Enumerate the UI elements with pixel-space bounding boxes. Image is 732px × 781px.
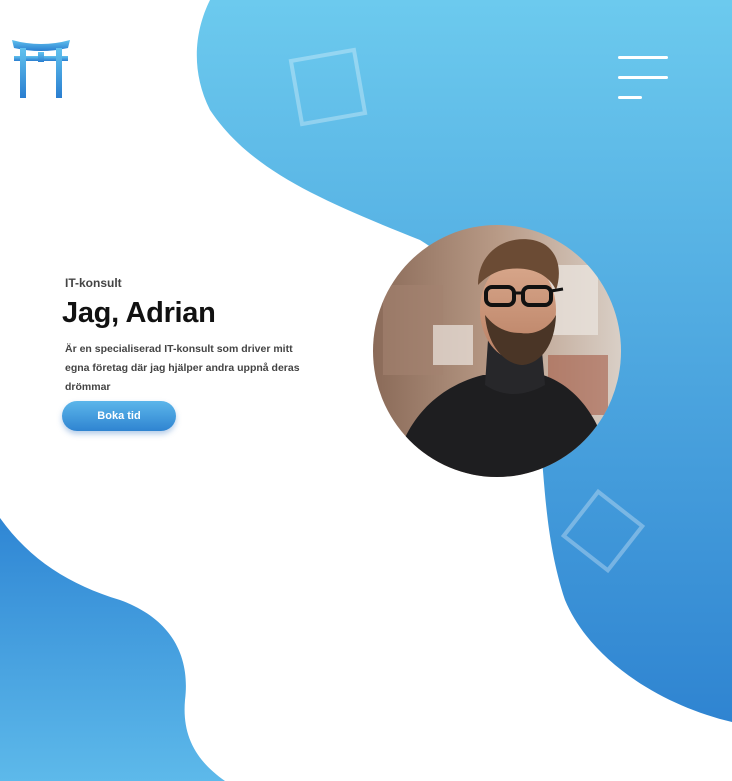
bottom-left-blob <box>0 518 225 781</box>
hero-description: Är en specialiserad IT-konsult som drive… <box>65 343 300 393</box>
hero-section: IT-konsult Jag, Adrian Är en specialiser… <box>62 276 322 431</box>
menu-line-top <box>618 56 668 59</box>
hero-eyebrow: IT-konsult <box>65 276 122 290</box>
profile-photo <box>373 225 621 477</box>
hero-title: Jag, Adrian <box>62 297 216 329</box>
book-time-button[interactable]: Boka tid <box>62 401 176 431</box>
menu-line-bottom <box>618 96 642 99</box>
torii-gate-icon[interactable] <box>10 38 72 100</box>
hamburger-menu-icon[interactable] <box>618 56 668 100</box>
menu-line-middle <box>618 76 668 79</box>
